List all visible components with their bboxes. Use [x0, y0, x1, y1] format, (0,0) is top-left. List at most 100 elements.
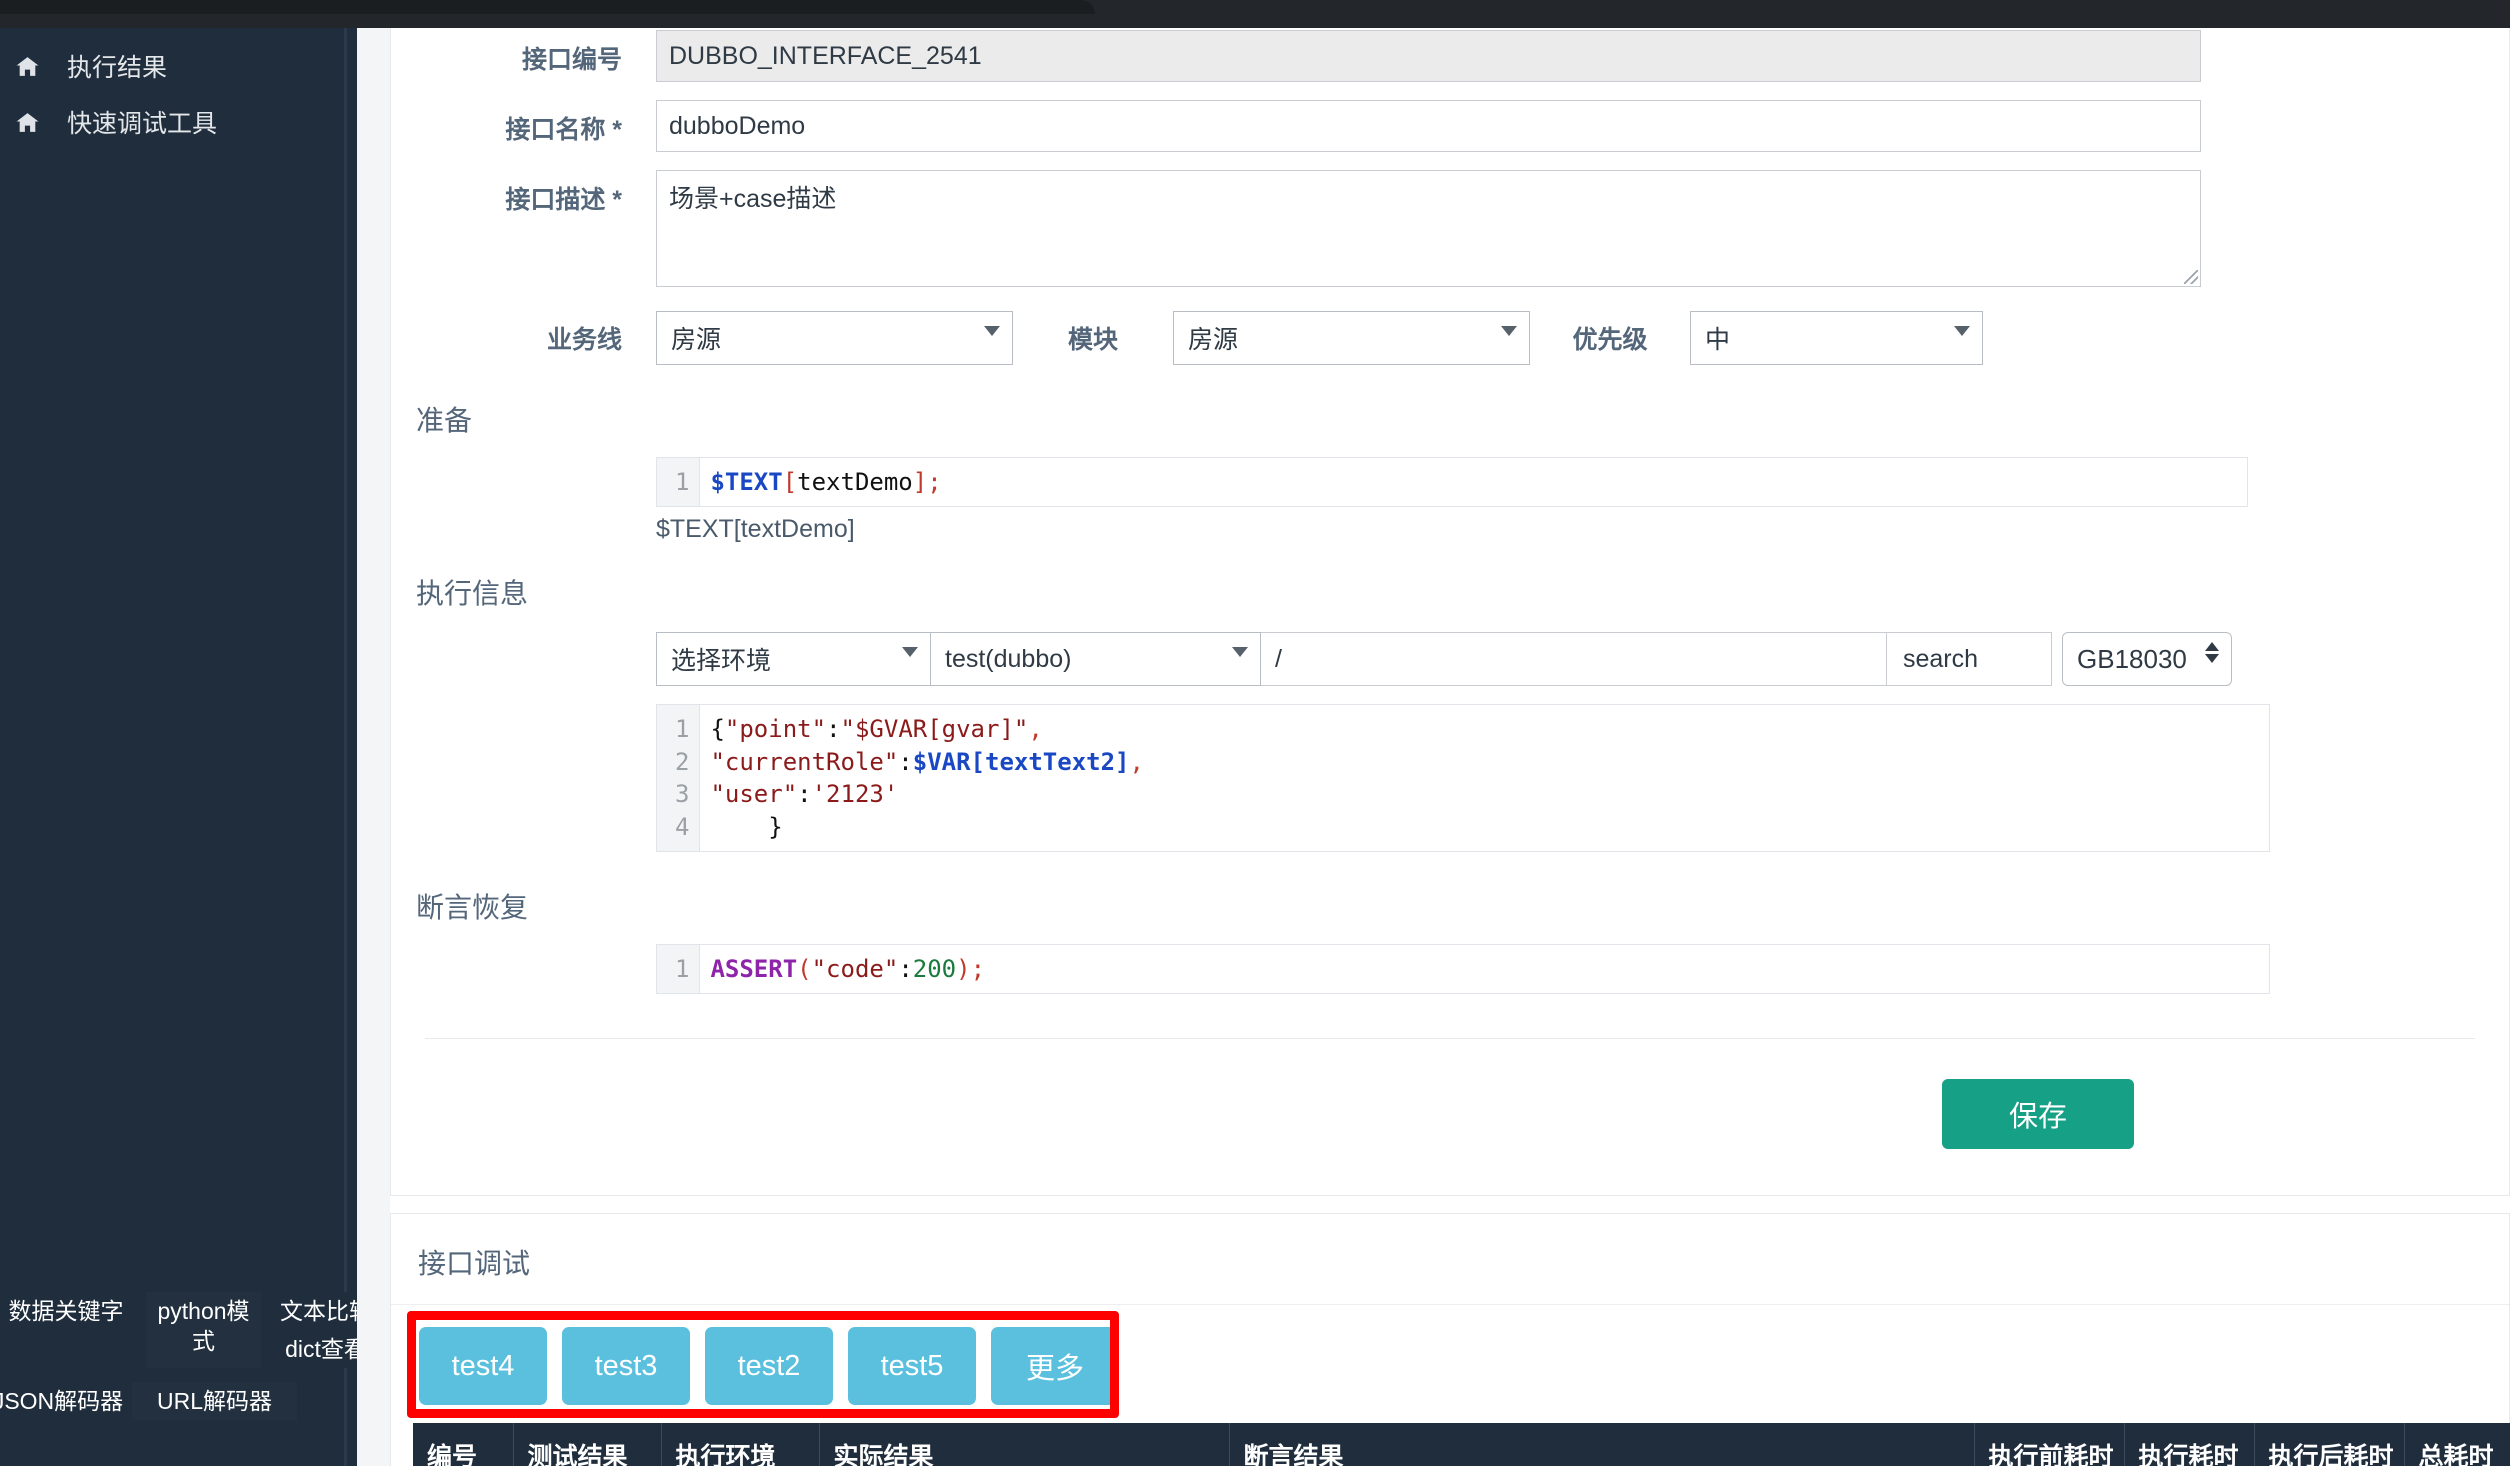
code-token-name: textDemo	[797, 468, 913, 496]
service-select[interactable]: test(dubbo)	[931, 632, 1261, 687]
line-numbers: 1234	[657, 705, 701, 851]
code-line: "currentRole":$VAR[textText2],	[710, 747, 1144, 776]
classification-row: 业务线 房源 模块 房源 优先级 中	[391, 287, 2509, 365]
field-interface-id: 接口编号 DUBBO_INTERFACE_2541	[391, 28, 2509, 82]
chevron-down-icon	[1232, 647, 1248, 658]
prepare-echo-text: $TEXT[textDemo]	[656, 515, 855, 544]
content-gutter	[357, 28, 390, 1466]
th-total-cost: 总耗时	[2404, 1423, 2510, 1466]
service-value: test(dubbo)	[945, 644, 1072, 673]
th-post-cost: 执行后耗时	[2254, 1423, 2405, 1466]
tool-json-decoder[interactable]: JSON解码器	[0, 1382, 132, 1420]
field-label: 接口编号	[521, 46, 622, 74]
interface-debug-panel: 接口调试 test4 test3 test2 test5 更多 编号 测试结果 …	[390, 1213, 2510, 1466]
debug-tabs: test4 test3 test2 test5 更多	[419, 1327, 2509, 1406]
field-interface-desc: 接口描述 * 场景+case描述	[391, 152, 2509, 287]
th-actual: 实际结果	[819, 1423, 1230, 1466]
th-result: 测试结果	[513, 1423, 662, 1466]
field-interface-name: 接口名称 * dubboDemo	[391, 82, 2509, 152]
code-token-open: [	[782, 468, 798, 496]
th-pre-cost: 执行前耗时	[1974, 1423, 2125, 1466]
exec-body-editor-wrap: 1234 {"point":"$GVAR[gvar]", "currentRole…	[391, 686, 2509, 852]
priority-value: 中	[1705, 326, 1731, 354]
interface-id-input[interactable]: DUBBO_INTERFACE_2541	[656, 30, 2201, 82]
business-line-value: 房源	[671, 326, 722, 354]
sidebar-item-label: 执行结果	[67, 54, 168, 82]
code-line: "user":'2123'	[710, 780, 899, 809]
tab-test4[interactable]: test4	[419, 1327, 547, 1406]
priority-select[interactable]: 中	[1690, 311, 1983, 365]
field-label: 接口描述 *	[505, 186, 622, 214]
spinner-arrows-icon	[2205, 642, 2219, 664]
business-line-select[interactable]: 房源	[656, 311, 1013, 365]
tool-url-decoder[interactable]: URL解码器	[132, 1382, 297, 1420]
search-button[interactable]: search	[1887, 632, 2052, 687]
sidebar-item-label: 快速调试工具	[67, 110, 218, 138]
results-table: 编号 测试结果 执行环境 实际结果 断言结果 执行前耗时 执行耗时 执行后耗时 …	[413, 1423, 2510, 1466]
home-icon	[14, 54, 41, 79]
quick-tools-panel: 数据关键字 python模式 文本比较 dict查看 JSON解码器 URL解码…	[0, 1290, 391, 1466]
chevron-down-icon	[984, 326, 1000, 336]
module-value: 房源	[1188, 326, 1239, 354]
tab-test5[interactable]: test5	[848, 1327, 976, 1406]
prepare-code-editor[interactable]: 1 $TEXT[textDemo];	[656, 457, 2248, 508]
encoding-select[interactable]: GB18030	[2062, 632, 2232, 687]
home-icon	[14, 110, 41, 135]
prepare-code: $TEXT[textDemo];	[700, 458, 941, 506]
chevron-down-icon	[1501, 326, 1517, 336]
browser-tab-corner	[1035, 0, 1095, 14]
sidebar-divider	[344, 28, 347, 1466]
th-cost: 执行耗时	[2124, 1423, 2255, 1466]
assert-editor-wrap: 1 ASSERT("code":200);	[391, 926, 2509, 995]
prepare-section-title: 准备	[416, 405, 473, 436]
debug-panel-title: 接口调试	[418, 1248, 531, 1280]
interface-name-input[interactable]: dubboDemo	[656, 100, 2201, 152]
debug-tabs-wrap: test4 test3 test2 test5 更多	[391, 1304, 2509, 1423]
tab-test3[interactable]: test3	[562, 1327, 690, 1406]
code-line: }	[710, 812, 783, 841]
assert-code-editor[interactable]: 1 ASSERT("code":200);	[656, 943, 2270, 995]
assert-code: ASSERT("code":200);	[710, 954, 986, 983]
exec-body-code: {"point":"$GVAR[gvar]", "currentRole":$VA…	[700, 705, 1144, 851]
sidebar-item-quick-debug-tool[interactable]: 快速调试工具	[0, 94, 357, 150]
sidebar-item-execution-results[interactable]: 执行结果	[0, 38, 357, 94]
chevron-down-icon	[1954, 326, 1970, 336]
assert-section-title: 断言恢复	[416, 891, 529, 923]
th-env: 执行环境	[661, 1423, 820, 1466]
exec-section-title: 执行信息	[416, 578, 529, 610]
tool-data-keyword[interactable]: 数据关键字	[0, 1292, 146, 1368]
encoding-value: GB18030	[2077, 643, 2187, 674]
line-numbers: 1	[657, 458, 701, 507]
save-row: 保存	[391, 1039, 2509, 1195]
business-line-label: 业务线	[546, 326, 622, 354]
prepare-editor-wrap: 1 $TEXT[textDemo]; $TEXT[textDemo]	[391, 439, 2509, 544]
tab-test2[interactable]: test2	[705, 1327, 833, 1406]
exec-config-row: 选择环境 test(dubbo) / search GB18030	[391, 612, 2509, 687]
line-numbers: 1	[657, 944, 701, 994]
code-token-var: $TEXT	[710, 468, 783, 496]
th-no: 编号	[413, 1423, 514, 1466]
browser-tab-strip	[0, 0, 1035, 14]
module-select[interactable]: 房源	[1173, 311, 1530, 365]
interface-desc-textarea[interactable]: 场景+case描述	[656, 170, 2201, 287]
sidebar: 执行结果 快速调试工具 数据关键字 python模式 文本比较 dict查看 J…	[0, 28, 391, 1466]
tool-python-mode[interactable]: python模式	[146, 1292, 261, 1368]
environment-select[interactable]: 选择环境	[656, 632, 931, 687]
code-line: {"point":"$GVAR[gvar]",	[710, 715, 1043, 744]
environment-value: 选择环境	[671, 647, 772, 676]
code-token-semi: ;	[927, 468, 942, 496]
priority-label: 优先级	[1572, 326, 1648, 354]
table-header-row: 编号 测试结果 执行环境 实际结果 断言结果 执行前耗时 执行耗时 执行后耗时 …	[413, 1423, 2510, 1466]
th-assert: 断言结果	[1229, 1423, 1975, 1466]
interface-form-card: 接口编号 DUBBO_INTERFACE_2541 接口名称 * dubboDe…	[390, 28, 2510, 1197]
exec-body-code-editor[interactable]: 1234 {"point":"$GVAR[gvar]", "currentRole…	[656, 704, 2270, 852]
code-token-close: ]	[912, 468, 928, 496]
main-content: 接口编号 DUBBO_INTERFACE_2541 接口名称 * dubboDe…	[390, 28, 2510, 1466]
field-label: 接口名称 *	[505, 116, 622, 144]
tab-more[interactable]: 更多	[991, 1327, 1119, 1406]
interface-desc-value: 场景+case描述	[669, 185, 837, 213]
path-input[interactable]: /	[1261, 632, 1887, 687]
browser-top-bar	[0, 0, 2510, 28]
save-button[interactable]: 保存	[1942, 1079, 2134, 1150]
resize-grip-icon[interactable]	[2184, 270, 2198, 284]
